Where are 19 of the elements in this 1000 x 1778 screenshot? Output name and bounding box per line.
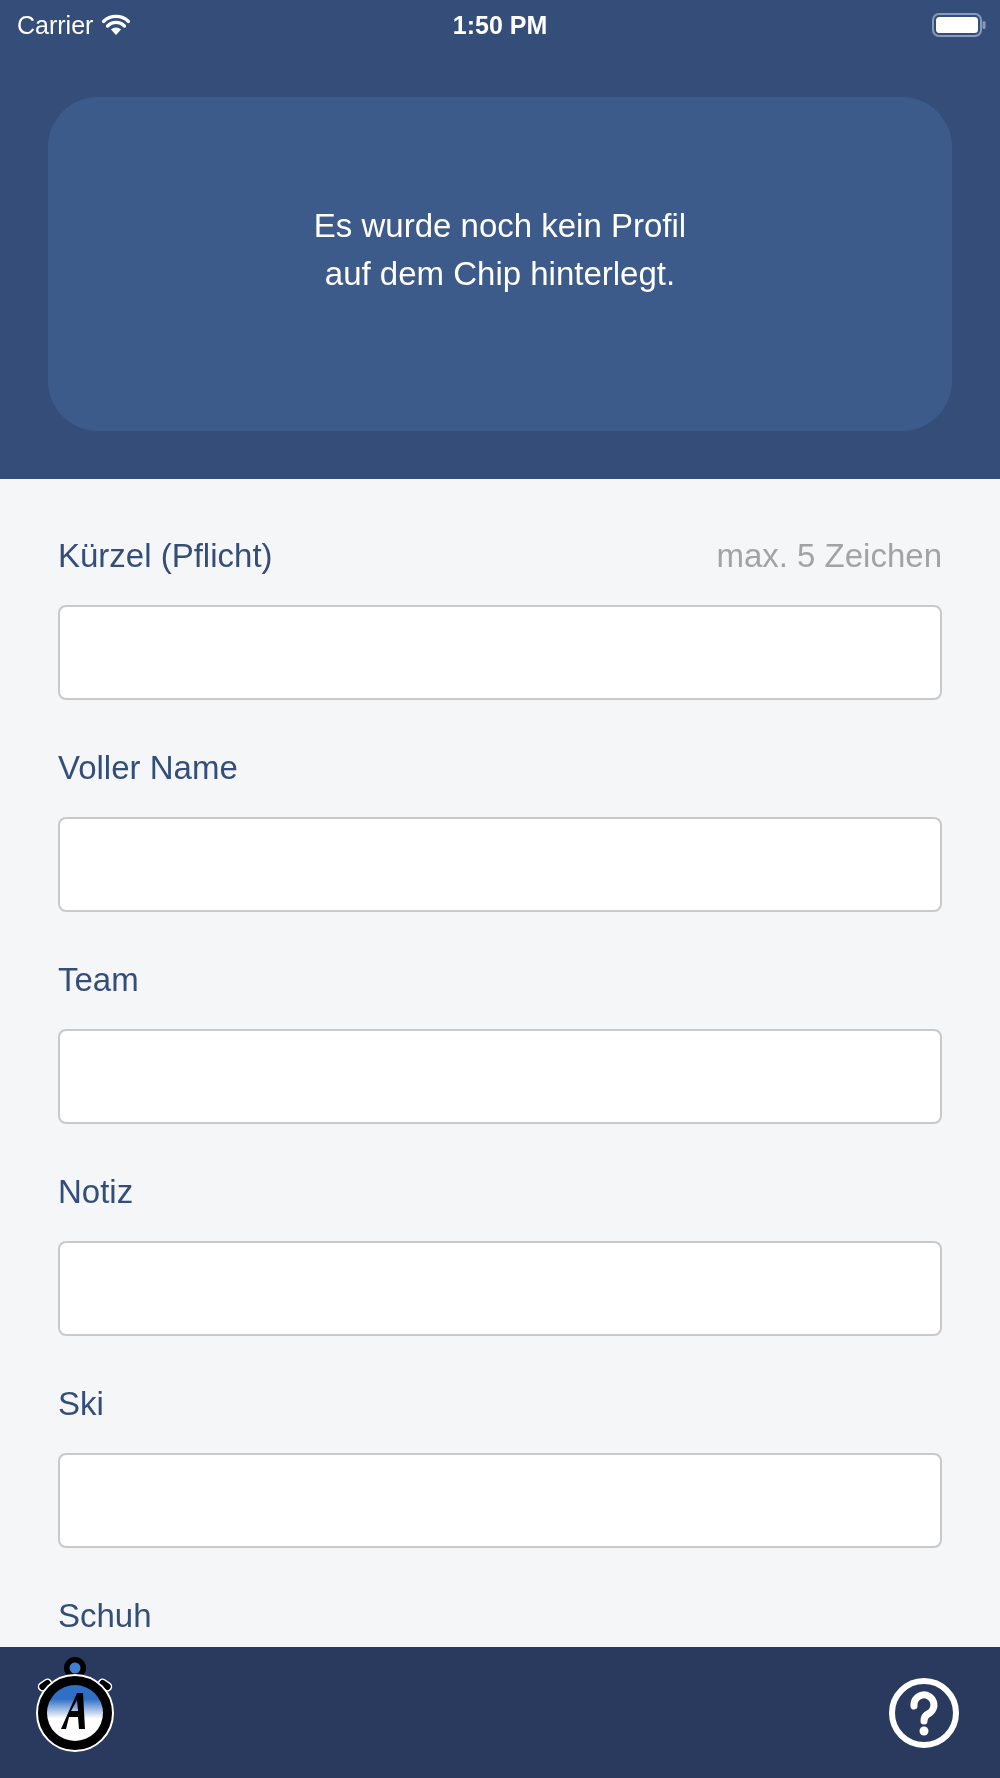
field-hint: max. 5 Zeichen bbox=[716, 537, 942, 575]
input-field[interactable] bbox=[58, 817, 942, 912]
field-label: Notiz bbox=[58, 1173, 134, 1211]
field-label: Schuh bbox=[58, 1597, 152, 1635]
wifi-icon bbox=[101, 14, 132, 36]
stopwatch-logo-icon[interactable] bbox=[33, 1655, 117, 1753]
field-label: Ski bbox=[58, 1385, 104, 1423]
field-label: Voller Name bbox=[58, 749, 238, 787]
input-field[interactable] bbox=[58, 1029, 942, 1124]
notice-message: Es wurde noch kein Profil auf dem Chip hinterlegt. bbox=[313, 206, 687, 294]
input-field[interactable] bbox=[58, 1241, 942, 1336]
field-label: Team bbox=[58, 961, 139, 999]
battery-icon bbox=[932, 13, 986, 37]
status-time: 1:50 PM bbox=[452, 10, 548, 40]
field-label: Kürzel (Pflicht) bbox=[58, 537, 273, 575]
input-field[interactable] bbox=[58, 1453, 942, 1548]
help-icon[interactable] bbox=[888, 1676, 960, 1749]
input-field[interactable] bbox=[58, 605, 942, 700]
carrier-label: Carrier bbox=[17, 10, 94, 40]
